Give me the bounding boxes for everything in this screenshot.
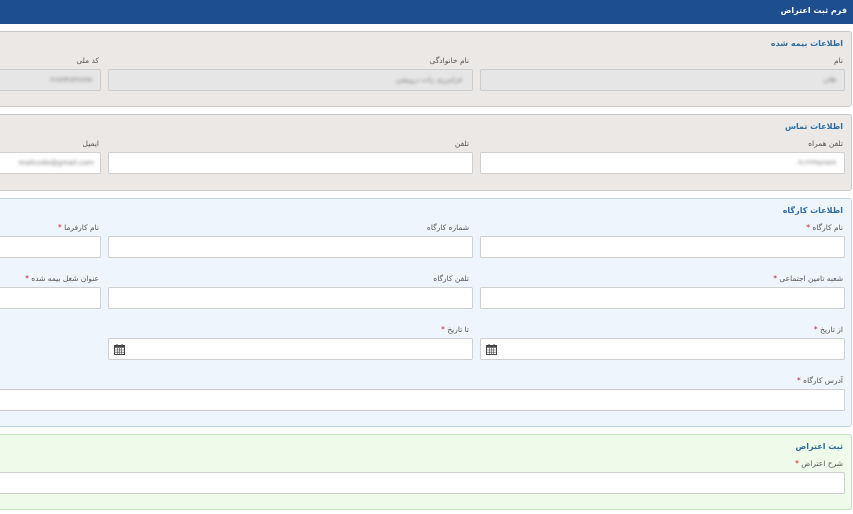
workshop-name-input[interactable]: [480, 236, 845, 258]
address-label: آدرس کارگاه *: [797, 376, 843, 385]
email-label: ایمیل: [82, 139, 99, 148]
to-date-input[interactable]: [108, 338, 473, 360]
from-date-input[interactable]: [480, 338, 845, 360]
employer-name-input[interactable]: [0, 236, 101, 258]
required-mark: *: [813, 325, 818, 334]
to-date-label: تا تاریخ *: [441, 325, 469, 334]
workshop-number-label: شماره کارگاه: [426, 223, 469, 232]
contact-info-section: اطلاعات تماس تلفن همراه ۰۹۱۲۳۴۵۶۷۸۹ تلفن…: [0, 114, 852, 191]
objection-description-input[interactable]: [0, 472, 845, 494]
objection-section-title: ثبت اعتراض: [795, 442, 843, 451]
mobile-value: ۰۹۱۲۳۴۵۶۷۸۹: [794, 159, 836, 167]
required-mark: *: [806, 223, 810, 232]
workshop-name-label: نام کارگاه *: [806, 223, 843, 232]
required-mark: *: [441, 325, 445, 334]
objection-section: ثبت اعتراض شرح اعتراض *: [0, 434, 852, 510]
phone-label: تلفن: [454, 139, 469, 148]
phone-input[interactable]: [108, 152, 473, 174]
address-input[interactable]: [0, 389, 845, 411]
required-mark: *: [25, 274, 29, 283]
last-name-value: فرامرزی زاده درویشی: [395, 76, 462, 84]
page-header: فرم ثبت اعتراض: [0, 0, 853, 24]
workshop-phone-input[interactable]: [108, 287, 473, 309]
from-date-label: از تاریخ *: [813, 325, 843, 334]
workshop-phone-label: تلفن کارگاه: [433, 274, 469, 283]
insured-section-title: اطلاعات بیمه شده: [770, 39, 843, 48]
calendar-icon[interactable]: [114, 344, 125, 355]
email-input[interactable]: mailcode@gmail.com: [0, 152, 101, 174]
last-name-label: نام خانوادگی: [429, 56, 469, 65]
last-name-field[interactable]: فرامرزی زاده درویشی: [108, 69, 473, 91]
job-title-input[interactable]: [0, 287, 101, 309]
insurance-branch-label: شعبه تامین اجتماعی *: [773, 274, 843, 283]
workshop-number-input[interactable]: [108, 236, 473, 258]
first-name-label: نام: [833, 56, 843, 65]
required-mark: *: [797, 376, 801, 385]
contact-section-title: اطلاعات تماس: [784, 122, 843, 131]
email-value: mailcode@gmail.com: [18, 159, 95, 167]
job-title-label: عنوان شغل بیمه شده *: [25, 274, 99, 283]
workshop-info-section: اطلاعات کارگاه نام کارگاه * شماره کارگاه…: [0, 198, 852, 427]
workshop-section-title: اطلاعات کارگاه: [782, 206, 843, 215]
insured-info-section: اطلاعات بیمه شده نام فلان نام خانوادگی ف…: [0, 31, 852, 107]
required-mark: *: [795, 459, 799, 468]
national-code-label: کد ملی: [76, 56, 99, 65]
national-code-value: ۲۶۸۹۴۸۳۶۸۹۷: [50, 76, 92, 84]
calendar-icon[interactable]: [486, 344, 497, 355]
national-code-field[interactable]: ۲۶۸۹۴۸۳۶۸۹۷: [0, 69, 101, 91]
first-name-field[interactable]: فلان: [480, 69, 845, 91]
first-name-value: فلان: [823, 76, 836, 84]
insurance-branch-input[interactable]: [480, 287, 845, 309]
mobile-input[interactable]: ۰۹۱۲۳۴۵۶۷۸۹: [480, 152, 845, 174]
page-title: فرم ثبت اعتراض: [780, 6, 847, 15]
mobile-label: تلفن همراه: [808, 139, 843, 148]
objection-description-label: شرح اعتراض *: [795, 459, 843, 468]
employer-name-label: نام کارفرما *: [57, 223, 99, 232]
required-mark: *: [773, 274, 777, 283]
required-mark: *: [57, 223, 62, 232]
